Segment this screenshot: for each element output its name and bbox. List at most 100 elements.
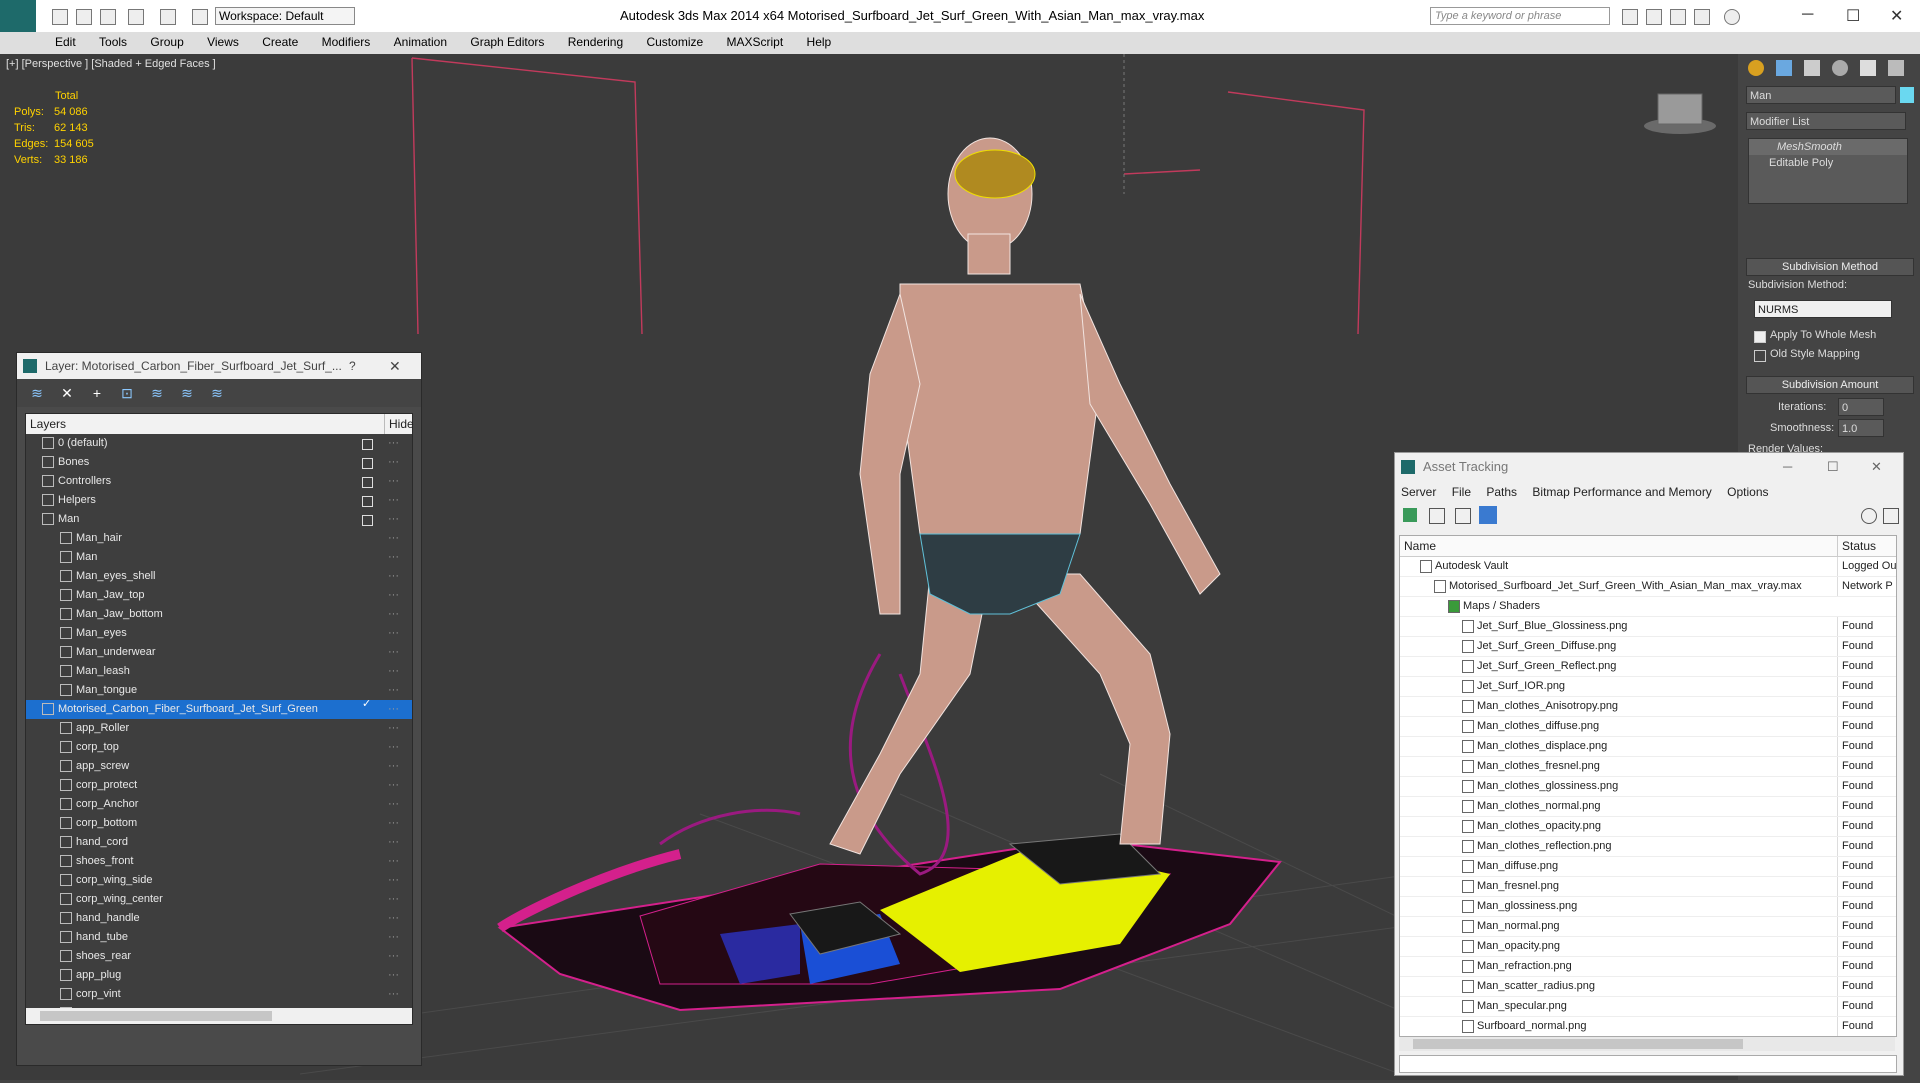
layer-row[interactable]: hand_handle ···	[26, 909, 412, 928]
freeze-toggle-icon[interactable]: ···	[388, 586, 399, 605]
asset-row[interactable]: Jet_Surf_Green_Reflect.png Found	[1400, 657, 1896, 677]
asset-row[interactable]: Man_clothes_diffuse.png Found	[1400, 717, 1896, 737]
freeze-toggle-icon[interactable]: ···	[388, 909, 399, 928]
search-input[interactable]: Type a keyword or phrase	[1430, 7, 1610, 25]
list-view-icon[interactable]	[1429, 508, 1445, 524]
minimize-icon[interactable]: ─	[1783, 453, 1792, 481]
layer-row[interactable]: corp_wing_center ···	[26, 890, 412, 909]
freeze-toggle-icon[interactable]: ···	[388, 738, 399, 757]
asset-row[interactable]: Maps / Shaders	[1400, 597, 1896, 617]
menu-customize[interactable]: Customize	[636, 32, 713, 52]
open-file-icon[interactable]	[76, 9, 92, 25]
maximize-icon[interactable]: ☐	[1827, 453, 1839, 481]
freeze-toggle-icon[interactable]: ···	[388, 985, 399, 1004]
undo-icon[interactable]	[128, 9, 144, 25]
layer-row[interactable]: corp_bottom ···	[26, 814, 412, 833]
layer-row[interactable]: shoes_front ···	[26, 852, 412, 871]
horizontal-scrollbar[interactable]	[26, 1008, 412, 1024]
layer-row[interactable]: corp_Anchor ···	[26, 795, 412, 814]
layer-row[interactable]: hand_tube ···	[26, 928, 412, 947]
modifier-meshsmooth[interactable]: MeshSmooth	[1749, 139, 1907, 155]
freeze-toggle-icon[interactable]: ···	[388, 624, 399, 643]
smoothness-spinner[interactable]: 1.0	[1838, 419, 1884, 437]
close-icon[interactable]: ✕	[1871, 453, 1882, 481]
freeze-toggle-icon[interactable]: ···	[388, 757, 399, 776]
asset-row[interactable]: Man_clothes_opacity.png Found	[1400, 817, 1896, 837]
asset-row[interactable]: Jet_Surf_Green_Diffuse.png Found	[1400, 637, 1896, 657]
asset-row[interactable]: Surfboard_normal.png Found	[1400, 1017, 1896, 1036]
project-folder-icon[interactable]	[192, 9, 208, 25]
menu-create[interactable]: Create	[252, 32, 308, 52]
asset-menu-server[interactable]: Server	[1395, 481, 1442, 503]
layer-row[interactable]: Man_eyes ···	[26, 624, 412, 643]
layer-row[interactable]: Motorised_Carbon_Fiber_Surfboard_Jet_Sur…	[26, 698, 412, 719]
modifier-editable-poly[interactable]: Editable Poly	[1749, 155, 1907, 171]
layer-row[interactable]: Man_Jaw_top ···	[26, 586, 412, 605]
asset-help-icon[interactable]	[1861, 508, 1877, 524]
asset-row[interactable]: Jet_Surf_Blue_Glossiness.png Found	[1400, 617, 1896, 637]
layer-row[interactable]: corp_wing_side ···	[26, 871, 412, 890]
asset-menu-file[interactable]: File	[1446, 481, 1477, 503]
menu-maxscript[interactable]: MAXScript	[717, 32, 794, 52]
asset-row[interactable]: Man_clothes_displace.png Found	[1400, 737, 1896, 757]
scrollbar-thumb[interactable]	[1413, 1039, 1743, 1049]
motion-tab-icon[interactable]	[1832, 60, 1848, 76]
refresh-icon[interactable]	[1403, 508, 1417, 522]
highlight-layer-icon[interactable]: ≋	[179, 385, 195, 401]
table-view-icon[interactable]	[1479, 506, 1497, 524]
layer-row[interactable]: app_screw ···	[26, 757, 412, 776]
close-icon[interactable]: ✕	[1890, 6, 1903, 26]
object-color-swatch[interactable]	[1900, 87, 1914, 103]
layer-window-titlebar[interactable]: Layer: Motorised_Carbon_Fiber_Surfboard_…	[17, 353, 421, 379]
save-icon[interactable]	[100, 9, 116, 25]
layer-row[interactable]: corp_vint ···	[26, 985, 412, 1004]
redo-icon[interactable]	[160, 9, 176, 25]
asset-row[interactable]: Man_diffuse.png Found	[1400, 857, 1896, 877]
freeze-toggle-icon[interactable]: ···	[388, 434, 399, 453]
close-icon[interactable]: ✕	[389, 353, 401, 379]
hierarchy-tab-icon[interactable]	[1804, 60, 1820, 76]
layer-row[interactable]: Man_Jaw_bottom ···	[26, 605, 412, 624]
asset-row[interactable]: Man_opacity.png Found	[1400, 937, 1896, 957]
rollout-subdivision-method[interactable]: Subdivision Method	[1746, 258, 1914, 276]
freeze-toggle-icon[interactable]: ···	[388, 453, 399, 472]
thumbnail-view-icon[interactable]	[1455, 508, 1471, 524]
apply-whole-mesh-checkbox[interactable]	[1754, 331, 1766, 343]
asset-row[interactable]: Autodesk Vault Logged Ou	[1400, 557, 1896, 577]
freeze-toggle-icon[interactable]: ···	[388, 776, 399, 795]
asset-row[interactable]: Man_scatter_radius.png Found	[1400, 977, 1896, 997]
asset-row[interactable]: Jet_Surf_IOR.png Found	[1400, 677, 1896, 697]
layer-row[interactable]: Man ···	[26, 548, 412, 567]
asset-row[interactable]: Man_glossiness.png Found	[1400, 897, 1896, 917]
menu-help[interactable]: Help	[797, 32, 842, 52]
asset-window-titlebar[interactable]: Asset Tracking ─ ☐ ✕	[1395, 453, 1903, 481]
minimize-icon[interactable]: ─	[1802, 6, 1813, 24]
freeze-toggle-icon[interactable]: ···	[388, 833, 399, 852]
asset-horizontal-scrollbar[interactable]	[1399, 1037, 1895, 1051]
app-logo-icon[interactable]	[0, 0, 36, 32]
layer-row[interactable]: app_plug ···	[26, 966, 412, 985]
freeze-toggle-icon[interactable]: ···	[388, 814, 399, 833]
freeze-toggle-icon[interactable]: ···	[388, 643, 399, 662]
freeze-toggle-icon[interactable]: ···	[388, 510, 399, 529]
freeze-toggle-icon[interactable]: ···	[388, 852, 399, 871]
hide-checkbox[interactable]	[362, 477, 373, 488]
freeze-toggle-icon[interactable]: ···	[388, 662, 399, 681]
hide-checkbox[interactable]	[362, 439, 373, 450]
layer-row[interactable]: Man_underwear ···	[26, 643, 412, 662]
select-layer-icon[interactable]: ≋	[149, 385, 165, 401]
asset-menu-paths[interactable]: Paths	[1480, 481, 1523, 503]
utilities-tab-icon[interactable]	[1888, 60, 1904, 76]
menu-rendering[interactable]: Rendering	[558, 32, 633, 52]
asset-row[interactable]: Man_clothes_Anisotropy.png Found	[1400, 697, 1896, 717]
binoculars-icon[interactable]	[1622, 9, 1638, 25]
freeze-toggle-icon[interactable]: ···	[388, 719, 399, 738]
object-name-field[interactable]: Man	[1746, 86, 1896, 104]
display-tab-icon[interactable]	[1860, 60, 1876, 76]
layer-row[interactable]: Man_eyes_shell ···	[26, 567, 412, 586]
freeze-toggle-icon[interactable]: ···	[388, 795, 399, 814]
new-file-icon[interactable]	[52, 9, 68, 25]
layer-row[interactable]: Controllers ···	[26, 472, 412, 491]
menu-edit[interactable]: Edit	[45, 32, 86, 52]
col-hide[interactable]: Hide	[384, 414, 414, 434]
